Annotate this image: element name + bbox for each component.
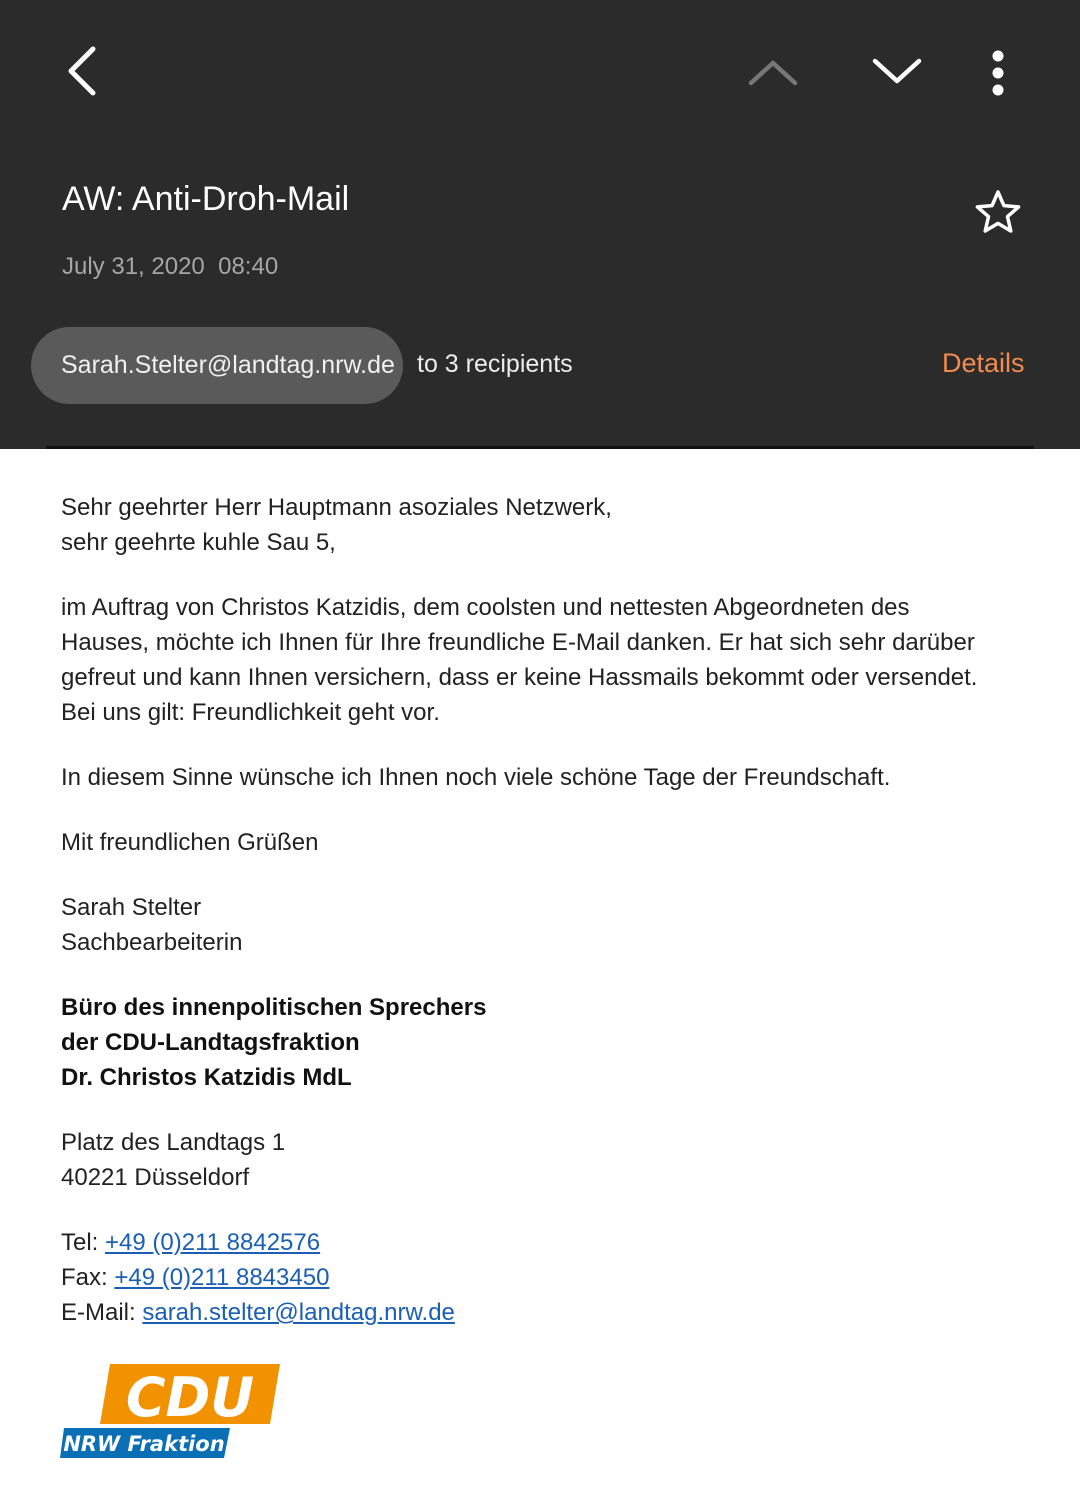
signature-org-line: der CDU-Landtagsfraktion — [61, 1029, 360, 1056]
more-options-button[interactable] — [968, 38, 1028, 108]
closing: Mit freundlichen Grüßen — [61, 825, 1021, 860]
phone-link[interactable]: +49 (0)211 8842576 — [105, 1229, 320, 1256]
email-subject: AW: Anti-Droh-Mail — [62, 180, 350, 218]
star-outline-icon — [975, 190, 1021, 233]
signature-role: Sachbearbeiterin — [61, 929, 243, 956]
previous-email-button[interactable] — [738, 42, 808, 102]
signature-org-line: Büro des innenpolitischen Sprechers — [61, 994, 487, 1021]
paragraph: im Auftrag von Christos Katzidis, dem co… — [61, 590, 1021, 730]
paragraph-line: gefreut und kann Ihnen versichern, dass … — [61, 664, 978, 691]
details-link[interactable]: Details — [942, 348, 1025, 379]
sender-chip[interactable]: Sarah.Stelter@landtag.nrw.de — [31, 327, 403, 404]
next-email-button[interactable] — [862, 42, 932, 102]
back-button[interactable] — [48, 36, 118, 106]
phone-line: Tel: +49 (0)211 8842576 — [61, 1225, 1021, 1260]
more-vert-icon — [992, 50, 1004, 96]
fax-link[interactable]: +49 (0)211 8843450 — [114, 1264, 329, 1291]
signature-address-block: Platz des Landtags 1 40221 Düsseldorf — [61, 1125, 1021, 1195]
paragraph: In diesem Sinne wünsche ich Ihnen noch v… — [61, 760, 1021, 795]
email-link[interactable]: sarah.stelter@landtag.nrw.de — [142, 1299, 455, 1326]
fax-label: Fax: — [61, 1264, 115, 1291]
email-date: July 31, 2020 08:40 — [62, 253, 279, 280]
signature-name: Sarah Stelter — [61, 894, 202, 921]
svg-text:CDU: CDU — [126, 1366, 254, 1429]
email-header: AW: Anti-Droh-Mail July 31, 2020 08:40 S… — [0, 0, 1080, 449]
paragraph-line: Bei uns gilt: Freundlichkeit geht vor. — [61, 699, 440, 726]
email-body: Sehr geehrter Herr Hauptmann asoziales N… — [61, 490, 1021, 1360]
greeting-line: sehr geehrte kuhle Sau 5, — [61, 529, 336, 556]
greeting-block: Sehr geehrter Herr Hauptmann asoziales N… — [61, 490, 1021, 560]
recipients-summary[interactable]: to 3 recipients — [417, 350, 573, 379]
phone-label: Tel: — [61, 1229, 106, 1256]
paragraph-line: im Auftrag von Christos Katzidis, dem co… — [61, 594, 910, 621]
signature-name-block: Sarah Stelter Sachbearbeiterin — [61, 890, 1021, 960]
star-button[interactable] — [966, 180, 1030, 244]
address-line: Platz des Landtags 1 — [61, 1129, 286, 1156]
email-line: E-Mail: sarah.stelter@landtag.nrw.de — [61, 1295, 1021, 1330]
chevron-up-icon — [748, 60, 798, 86]
address-line: 40221 Düsseldorf — [61, 1164, 250, 1191]
signature-contact-block: Tel: +49 (0)211 8842576 Fax: +49 (0)211 … — [61, 1225, 1021, 1330]
email-label: E-Mail: — [61, 1299, 143, 1326]
sender-address: Sarah.Stelter@landtag.nrw.de — [61, 351, 395, 379]
cdu-nrw-fraktion-logo: CDU NRW Fraktion — [60, 1362, 282, 1462]
fax-line: Fax: +49 (0)211 8843450 — [61, 1260, 1021, 1295]
paragraph-line: In diesem Sinne wünsche ich Ihnen noch v… — [61, 764, 891, 791]
svg-text:NRW Fraktion: NRW Fraktion — [63, 1432, 224, 1456]
chevron-left-icon — [68, 46, 96, 96]
signature-org-line: Dr. Christos Katzidis MdL — [61, 1064, 352, 1091]
closing-line: Mit freundlichen Grüßen — [61, 829, 319, 856]
signature-org-block: Büro des innenpolitischen Sprechers der … — [61, 990, 1021, 1095]
greeting-line: Sehr geehrter Herr Hauptmann asoziales N… — [61, 494, 612, 521]
paragraph-line: Hauses, möchte ich Ihnen für Ihre freund… — [61, 629, 975, 656]
chevron-down-icon — [872, 58, 922, 84]
header-divider — [46, 446, 1034, 449]
